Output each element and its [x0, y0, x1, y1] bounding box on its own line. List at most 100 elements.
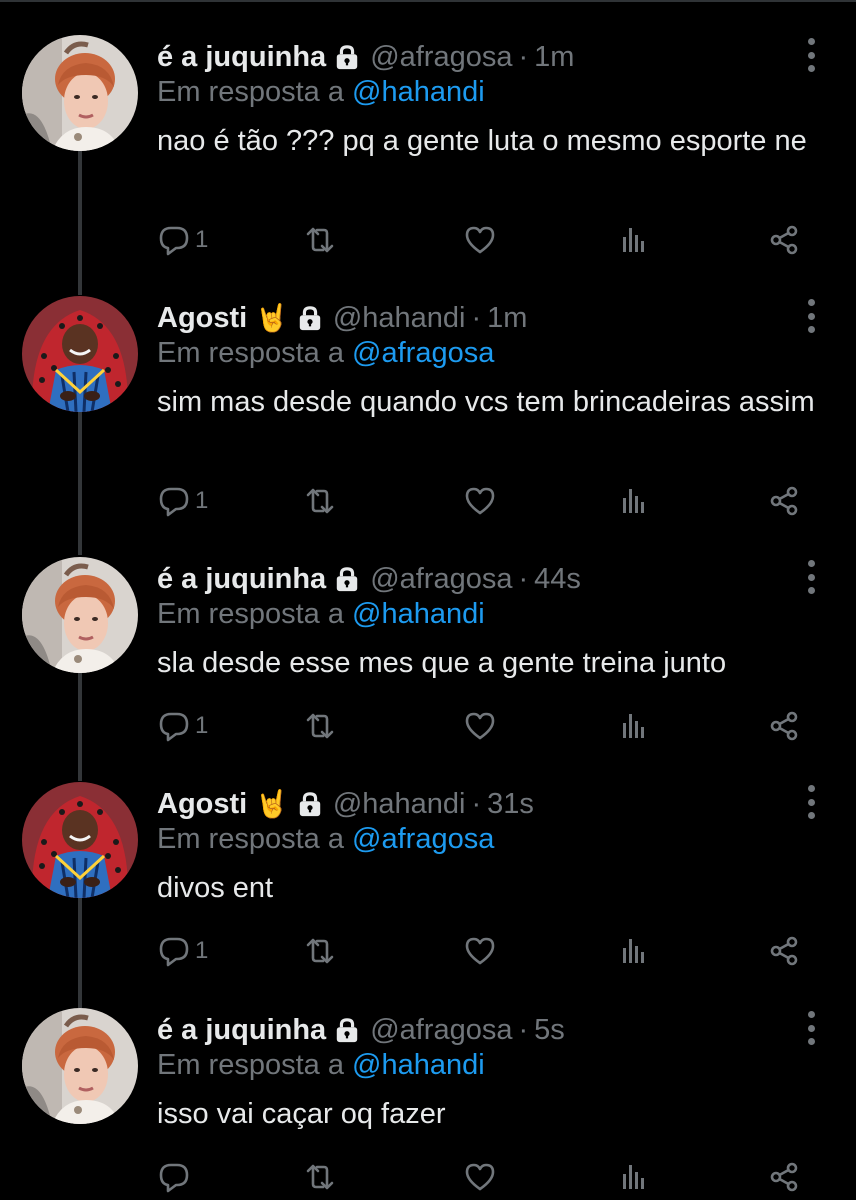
retweet-icon — [303, 934, 337, 968]
heart-icon — [463, 709, 497, 743]
reply-to-link[interactable]: @hahandi — [352, 598, 485, 630]
like-button[interactable] — [463, 222, 497, 258]
timestamp[interactable]: 1m — [534, 41, 574, 74]
display-name[interactable]: Agosti — [157, 788, 247, 821]
reply-button[interactable] — [157, 1159, 195, 1195]
reply-label: Em resposta a — [157, 76, 344, 108]
more-icon[interactable] — [799, 38, 823, 72]
more-icon[interactable] — [799, 560, 823, 594]
tweet-header: Agosti 🤘 @hahandi · 1m — [157, 298, 527, 338]
share-icon — [767, 934, 801, 968]
more-icon[interactable] — [799, 785, 823, 819]
avatar[interactable] — [22, 557, 138, 673]
tweet[interactable]: é a juquinha @afragosa · 5s Em resposta … — [0, 973, 856, 1200]
retweet-button[interactable] — [303, 933, 337, 969]
reply-label: Em resposta a — [157, 337, 344, 369]
tweet-text: isso vai caçar oq fazer — [157, 1098, 446, 1130]
heart-icon — [463, 1160, 497, 1194]
like-button[interactable] — [463, 933, 497, 969]
share-button[interactable] — [767, 708, 801, 744]
tweet-actions: 1 — [157, 222, 817, 262]
reply-button[interactable]: 1 — [157, 708, 208, 744]
reply-button[interactable]: 1 — [157, 483, 208, 519]
lock-icon — [297, 791, 323, 817]
share-icon — [767, 1160, 801, 1194]
reply-count: 1 — [195, 937, 209, 964]
reply-count: 1 — [195, 487, 209, 514]
avatar[interactable] — [22, 35, 138, 151]
reply-context: Em resposta a @afragosa — [157, 337, 494, 370]
avatar[interactable] — [22, 296, 138, 412]
user-handle[interactable]: @afragosa — [370, 1014, 512, 1047]
reply-count: 1 — [195, 226, 209, 253]
reply-context: Em resposta a @hahandi — [157, 1049, 485, 1082]
display-name[interactable]: é a juquinha — [157, 41, 326, 74]
tweet[interactable]: Agosti 🤘 @hahandi · 1m Em resposta a @af… — [0, 261, 856, 521]
views-icon — [617, 1160, 651, 1194]
reply-label: Em resposta a — [157, 598, 344, 630]
reply-icon — [157, 709, 191, 743]
more-icon[interactable] — [799, 299, 823, 333]
reply-count: 1 — [195, 712, 209, 739]
share-button[interactable] — [767, 1159, 801, 1195]
retweet-icon — [303, 484, 337, 518]
share-button[interactable] — [767, 933, 801, 969]
tweet-actions: 1 — [157, 933, 817, 973]
retweet-button[interactable] — [303, 1159, 337, 1195]
retweet-button[interactable] — [303, 483, 337, 519]
separator: · — [518, 40, 529, 73]
tweet[interactable]: é a juquinha @afragosa · 1m Em resposta … — [0, 0, 856, 260]
like-button[interactable] — [463, 708, 497, 744]
reply-to-link[interactable]: @hahandi — [352, 76, 485, 108]
reply-label: Em resposta a — [157, 823, 344, 855]
display-name[interactable]: é a juquinha — [157, 1014, 326, 1047]
tweet-actions — [157, 1159, 817, 1199]
tweet-header: é a juquinha @afragosa · 44s — [157, 559, 581, 599]
views-button[interactable] — [617, 933, 651, 969]
reply-to-link[interactable]: @afragosa — [352, 823, 494, 855]
views-button[interactable] — [617, 483, 651, 519]
timestamp[interactable]: 1m — [487, 302, 527, 335]
timestamp[interactable]: 31s — [487, 788, 534, 821]
user-handle[interactable]: @hahandi — [333, 302, 466, 335]
tweet[interactable]: Agosti 🤘 @hahandi · 31s Em resposta a @a… — [0, 747, 856, 1007]
tweet[interactable]: é a juquinha @afragosa · 44s Em resposta… — [0, 522, 856, 782]
tweet-actions: 1 — [157, 708, 817, 748]
views-button[interactable] — [617, 1159, 651, 1195]
retweet-button[interactable] — [303, 708, 337, 744]
display-name[interactable]: Agosti — [157, 302, 247, 335]
views-button[interactable] — [617, 222, 651, 258]
reply-button[interactable]: 1 — [157, 933, 208, 969]
like-button[interactable] — [463, 483, 497, 519]
reply-button[interactable]: 1 — [157, 222, 208, 258]
tweet-text: sla desde esse mes que a gente treina ju… — [157, 647, 727, 679]
timestamp[interactable]: 5s — [534, 1014, 565, 1047]
display-name[interactable]: é a juquinha — [157, 563, 326, 596]
reply-to-link[interactable]: @afragosa — [352, 337, 494, 369]
tweet-header: Agosti 🤘 @hahandi · 31s — [157, 784, 534, 824]
reply-to-link[interactable]: @hahandi — [352, 1049, 485, 1081]
share-icon — [767, 709, 801, 743]
tweet-header: é a juquinha @afragosa · 5s — [157, 1010, 565, 1050]
rock-hand-emoji: 🤘 — [255, 302, 289, 333]
more-icon[interactable] — [799, 1011, 823, 1045]
views-button[interactable] — [617, 708, 651, 744]
user-handle[interactable]: @afragosa — [370, 41, 512, 74]
heart-icon — [463, 484, 497, 518]
user-handle[interactable]: @hahandi — [333, 788, 466, 821]
avatar[interactable] — [22, 782, 138, 898]
retweet-button[interactable] — [303, 222, 337, 258]
lock-icon — [334, 566, 360, 592]
share-icon — [767, 484, 801, 518]
share-button[interactable] — [767, 483, 801, 519]
like-button[interactable] — [463, 1159, 497, 1195]
avatar[interactable] — [22, 1008, 138, 1124]
separator: · — [518, 562, 529, 595]
tweet-text: nao é tão ??? pq a gente luta o mesmo es… — [157, 125, 807, 157]
timestamp[interactable]: 44s — [534, 563, 581, 596]
heart-icon — [463, 223, 497, 257]
reply-icon — [157, 934, 191, 968]
tweet-text: divos ent — [157, 872, 274, 904]
share-button[interactable] — [767, 222, 801, 258]
user-handle[interactable]: @afragosa — [370, 563, 512, 596]
